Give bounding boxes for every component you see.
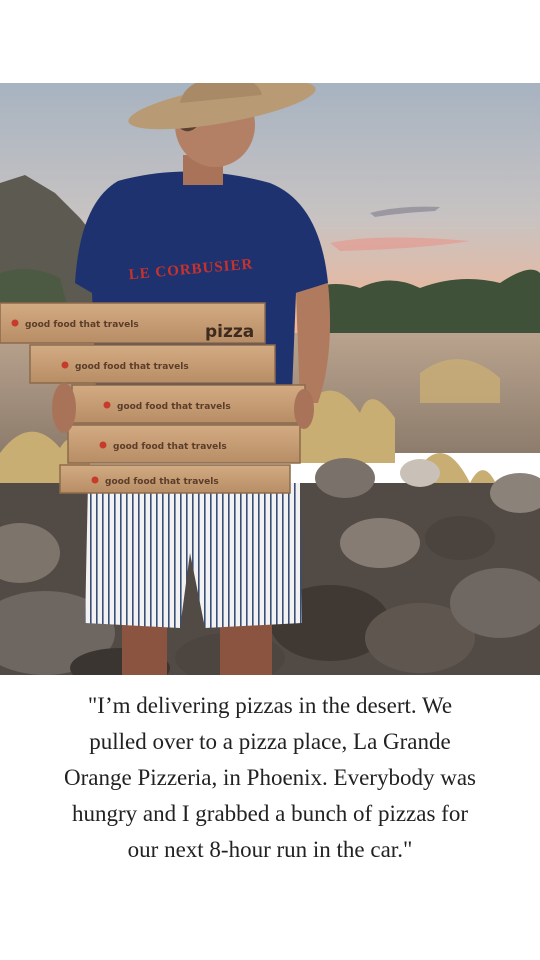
box-slogan-text: good food that travels: [75, 362, 189, 372]
box-brand-text: pizza: [205, 322, 254, 342]
box-slogan-text: good food that travels: [105, 477, 219, 487]
pizza-box: good food that travels: [71, 384, 306, 424]
quote-line: hungry and I grabbed a bunch of pizzas f…: [72, 801, 468, 826]
quote-line: Orange Pizzeria, in Phoenix. Everybody w…: [64, 765, 476, 790]
box-slogan-text: good food that travels: [113, 442, 227, 452]
box-slogan-text: good food that travels: [25, 320, 139, 330]
pizza-box: good food that travels pizza: [0, 302, 266, 344]
pizza-box: good food that travels: [67, 424, 301, 464]
quote-line: "I’m delivering pizzas in the desert. We: [87, 693, 453, 718]
quote-line: pulled over to a pizza place, La Grande: [89, 729, 451, 754]
box-slogan-text: good food that travels: [117, 402, 231, 412]
pizza-box: good food that travels: [59, 464, 291, 494]
quote-caption: "I’m delivering pizzas in the desert. We…: [0, 688, 540, 868]
pizza-box: good food that travels: [29, 344, 276, 384]
photo: LE CORBUSIER good food that travels pizz…: [0, 83, 540, 675]
quote-line: our next 8-hour run in the car.": [127, 837, 413, 862]
